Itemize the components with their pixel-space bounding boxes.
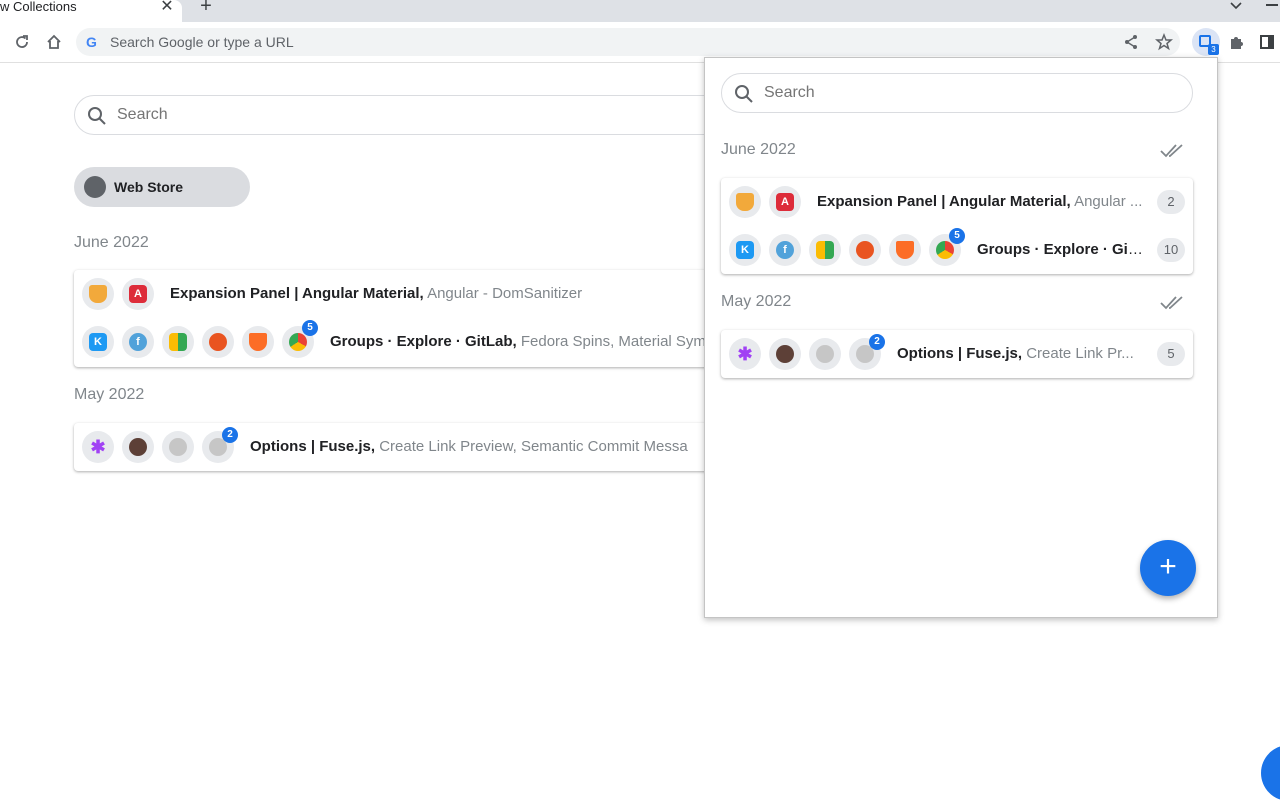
collection-card: ✱ 2 Options | Fuse.js, Create Link Previ… [74,423,714,471]
row-title: Expansion Panel | Angular Material, [170,285,424,302]
gitlab-icon [889,234,921,266]
search-icon [87,106,107,131]
mark-all-read-icon[interactable] [1160,142,1186,160]
kde-icon: K [82,326,114,358]
collection-row[interactable]: K f 5 Groups · Explore · GitLab, Fedora … [74,318,714,366]
avatar-icon [769,338,801,370]
collection-card: A Expansion Panel | Angular Material, An… [721,178,1193,274]
ubuntu-icon [849,234,881,266]
tab-count-badge: 5 [949,228,965,244]
chip-label: Web Store [114,179,183,195]
tab-count: 5 [1157,342,1185,366]
row-subtitle: Create Link Pr... [1026,345,1134,362]
address-bar[interactable]: G Search Google or type a URL [76,28,1180,56]
fedora-icon: f [122,326,154,358]
asterisk-icon: ✱ [82,431,114,463]
tab-search-icon[interactable] [1228,0,1244,14]
collections-extension-icon[interactable]: 3 [1192,28,1220,56]
section-heading: May 2022 [721,293,792,310]
home-icon[interactable] [42,30,66,54]
row-title: Options | Fuse.js, [897,345,1023,362]
brave-icon [82,278,114,310]
tab-strip: w Collections ✕ + [0,0,1280,22]
material-icon [809,234,841,266]
fedora-icon: f [769,234,801,266]
github-icon [162,431,194,463]
page-search-input[interactable]: Search [74,95,774,135]
kde-icon: K [729,234,761,266]
close-tab-icon[interactable]: ✕ [158,0,176,16]
collection-row[interactable]: A Expansion Panel | Angular Material, An… [721,178,1193,226]
github-icon [809,338,841,370]
collections-popup: Search June 2022 A Expansion Panel | Ang… [704,57,1218,618]
asterisk-icon: ✱ [729,338,761,370]
collection-row[interactable]: A Expansion Panel | Angular Material, An… [74,270,714,318]
row-subtitle: Create Link Preview, Semantic Commit Mes… [379,438,688,455]
ubuntu-icon [202,326,234,358]
avatar-icon [122,431,154,463]
bookmark-star-icon[interactable] [1155,32,1173,56]
collection-card: A Expansion Panel | Angular Material, An… [74,270,714,367]
side-panel-icon[interactable] [1260,35,1274,49]
row-subtitle: Angular - DomSanitizer [427,285,583,302]
row-subtitle: Angular ... [1074,193,1143,210]
share-icon[interactable] [1123,34,1139,55]
new-tab-button[interactable]: + [196,0,216,16]
section-heading: June 2022 [74,234,149,251]
row-subtitle: Fedora Spins, Material Sym [520,333,706,350]
tab-title: w Collections [0,0,77,14]
collection-card: ✱ 2 Options | Fuse.js, Create Link Pr...… [721,330,1193,378]
collection-row[interactable]: K f 5 Groups · Explore · Git... 10 [721,226,1193,274]
gitlab-icon [242,326,274,358]
popup-search-input[interactable]: Search [721,73,1193,113]
extensions-puzzle-icon[interactable] [1228,34,1244,55]
page-search-placeholder: Search [117,106,168,123]
tab-count-badge: 5 [302,320,318,336]
globe-icon [84,176,106,198]
web-store-chip[interactable]: Web Store [74,167,250,207]
row-title: Options | Fuse.js, [250,438,376,455]
section-heading: June 2022 [721,141,796,158]
search-icon [734,84,754,109]
angular-icon: A [122,278,154,310]
row-title: Groups · Explore · Git... [977,241,1143,258]
collection-row[interactable]: ✱ 2 Options | Fuse.js, Create Link Pr...… [721,330,1193,378]
angular-icon: A [769,186,801,218]
material-icon [162,326,194,358]
section-heading: May 2022 [74,386,145,403]
tab-count: 2 [1157,190,1185,214]
active-tab[interactable]: w Collections ✕ [0,0,182,22]
page-add-button[interactable] [1261,745,1280,801]
minimize-icon[interactable] [1266,4,1278,6]
google-icon: G [86,34,97,50]
collection-row[interactable]: ✱ 2 Options | Fuse.js, Create Link Previ… [74,423,714,471]
address-placeholder: Search Google or type a URL [110,34,294,50]
popup-search-placeholder: Search [764,84,815,101]
extension-badge: 3 [1208,44,1219,55]
brave-icon [729,186,761,218]
tab-count: 10 [1157,238,1185,262]
reload-icon[interactable] [10,30,34,54]
row-title: Groups · Explore · GitLab, [330,333,517,350]
tab-count-badge: 2 [869,334,885,350]
mark-all-read-icon[interactable] [1160,294,1186,312]
add-collection-button[interactable]: + [1140,540,1196,596]
tab-count-badge: 2 [222,427,238,443]
row-title: Expansion Panel | Angular Material, [817,193,1071,210]
